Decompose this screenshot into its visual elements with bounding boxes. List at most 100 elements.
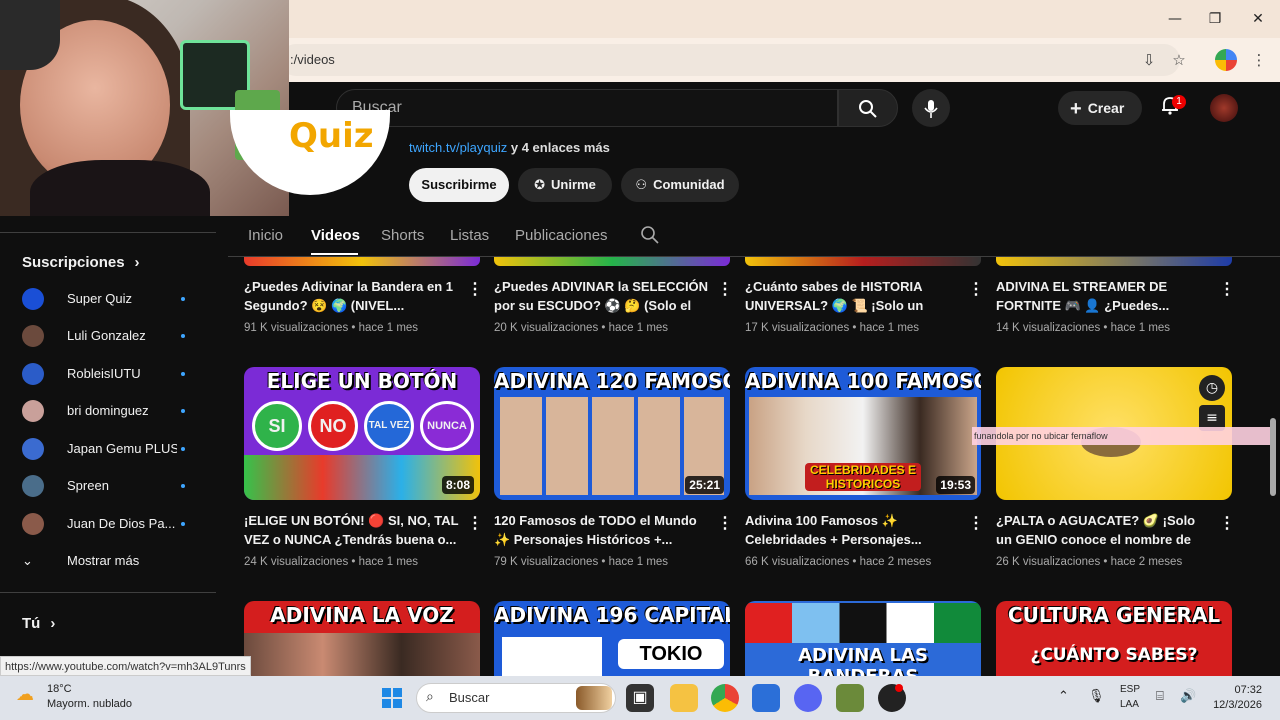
channel-search-icon[interactable] <box>640 225 660 250</box>
video-title[interactable]: ¿Puedes ADIVINAR la SELECCIÓN por su ESC… <box>494 277 709 315</box>
input-layout[interactable]: LAA <box>1120 699 1139 710</box>
more-links-text[interactable]: y 4 enlaces más <box>507 140 610 155</box>
video-thumbnail[interactable]: ADIVINA LAS BANDERAS <box>745 601 981 676</box>
sidebar-item-luli-gonzalez[interactable]: Luli Gonzalez <box>22 318 212 354</box>
voice-search-button[interactable] <box>912 89 950 127</box>
sidebar-divider <box>0 592 216 593</box>
video-duration: 25:21 <box>685 476 724 494</box>
close-button[interactable]: ✕ <box>1243 8 1273 30</box>
video-thumbnail[interactable]: ADIVINA LA VOZ <box>244 601 480 676</box>
chrome-icon[interactable] <box>711 684 739 712</box>
maximize-button[interactable]: ❐ <box>1200 8 1230 30</box>
user-avatar[interactable] <box>1210 94 1238 122</box>
sidebar-item-super-quiz[interactable]: Super Quiz <box>22 281 212 317</box>
thumbnail-text: ADIVINA 100 FAMOSOS <box>745 369 981 393</box>
video-title[interactable]: ¿Puedes Adivinar la Bandera en 1 Segundo… <box>244 277 459 315</box>
more-options-icon[interactable]: ⋮ <box>717 513 733 533</box>
profile-avatar-icon[interactable] <box>1215 49 1237 71</box>
video-thumbnail[interactable]: ADIVINA 196 CAPITALES TOKIO <box>494 601 730 676</box>
sidebar-item-label: bri dominguez <box>67 403 149 418</box>
microphone-icon[interactable]: 🎙 <box>1088 689 1105 704</box>
taskbar-search-label: Buscar <box>449 690 490 705</box>
weather-description[interactable]: Mayorm. nublado <box>47 698 132 710</box>
network-icon[interactable]: ⌸ <box>1156 689 1164 704</box>
input-language[interactable]: ESP <box>1120 684 1140 695</box>
sidebar-item-japan-gemu-plus[interactable]: Japan Gemu PLUS <box>22 431 212 467</box>
tray-overflow-icon[interactable]: ⌃ <box>1058 689 1069 704</box>
search-button[interactable] <box>838 89 898 127</box>
video-thumbnail[interactable]: CULTURA GENERAL ¿CUÁNTO SABES? <box>996 601 1232 676</box>
more-options-icon[interactable]: ⋮ <box>968 279 984 299</box>
create-button[interactable]: + Crear <box>1058 91 1142 125</box>
video-title[interactable]: 120 Famosos de TODO el Mundo ✨ Personaje… <box>494 511 709 549</box>
webcam-headset <box>0 0 60 70</box>
video-meta: 14 K visualizaciones • hace 1 mes <box>996 322 1171 334</box>
search-input[interactable] <box>336 89 838 127</box>
subscribe-button[interactable]: Suscribirme <box>409 168 509 202</box>
video-meta: 24 K visualizaciones • hace 1 mes <box>244 556 419 568</box>
video-thumbnail[interactable]: ADIVINA 100 FAMOSOS CELEBRIDADES E HISTO… <box>745 367 981 500</box>
video-title[interactable]: ADIVINA EL STREAMER DE FORTNITE 🎮 👤 ¿Pue… <box>996 277 1211 315</box>
channel-avatar <box>22 325 44 347</box>
clock-date[interactable]: 12/3/2026 <box>1208 699 1262 711</box>
video-title[interactable]: ¡ELIGE UN BOTÓN! 🔴 SI, NO, TAL VEZ o NUN… <box>244 511 459 549</box>
video-duration: 8:08 <box>441 476 474 494</box>
clock-time[interactable]: 07:32 <box>1222 684 1262 696</box>
community-button[interactable]: ⚇ Comunidad <box>621 168 739 202</box>
join-button[interactable]: ✪ Unirme <box>518 168 612 202</box>
channel-logo-text: Quiz <box>289 116 374 156</box>
video-thumbnail-partial[interactable] <box>494 257 730 266</box>
subscriptions-header[interactable]: Suscripciones › <box>22 254 140 271</box>
channel-link[interactable]: twitch.tv/playquiz <box>409 140 507 155</box>
tab-inicio[interactable]: Inicio <box>248 227 283 244</box>
sidebar-item-robleisiutu[interactable]: RobleisIUTU <box>22 356 212 392</box>
you-section-header[interactable]: Tú › <box>22 615 55 632</box>
sidebar-item-bri-dominguez[interactable]: bri dominguez <box>22 393 212 429</box>
video-title[interactable]: ¿Cuánto sabes de HISTORIA UNIVERSAL? 🌍 📜… <box>745 277 960 315</box>
browser-menu-icon[interactable]: ⋮ <box>1248 49 1270 71</box>
video-thumbnail-partial[interactable] <box>244 257 480 266</box>
store-icon[interactable] <box>752 684 780 712</box>
channel-avatar <box>22 288 44 310</box>
tab-shorts[interactable]: Shorts <box>381 227 424 244</box>
tab-videos[interactable]: Videos <box>311 227 360 244</box>
more-options-icon[interactable]: ⋮ <box>717 279 733 299</box>
video-title[interactable]: ¿PALTA o AGUACATE? 🥑 ¡Solo un GENIO cono… <box>996 511 1211 549</box>
discord-icon[interactable] <box>794 684 822 712</box>
url-field[interactable] <box>280 44 1180 76</box>
windows-start-icon[interactable] <box>378 684 406 712</box>
more-options-icon[interactable]: ⋮ <box>467 513 483 533</box>
more-options-icon[interactable]: ⋮ <box>1219 279 1235 299</box>
video-thumbnail-partial[interactable] <box>745 257 981 266</box>
minimize-button[interactable]: — <box>1160 8 1190 30</box>
video-meta: 66 K visualizaciones • hace 2 meses <box>745 556 932 568</box>
recording-indicator <box>895 684 903 692</box>
bookmark-star-icon[interactable]: ☆ <box>1168 49 1190 71</box>
volume-icon[interactable]: 🔊 <box>1180 689 1196 704</box>
tab-listas[interactable]: Listas <box>450 227 489 244</box>
video-meta: 17 K visualizaciones • hace 1 mes <box>745 322 920 334</box>
korea-flag-graphic <box>502 637 602 676</box>
video-title[interactable]: Adivina 100 Famosos ✨ Celebridades + Per… <box>745 511 960 549</box>
video-thumbnail-partial[interactable] <box>996 257 1232 266</box>
new-content-dot <box>181 522 185 526</box>
more-options-icon[interactable]: ⋮ <box>1219 513 1235 533</box>
install-app-icon[interactable]: ⇩ <box>1138 49 1160 71</box>
task-view-icon[interactable]: ▣ <box>626 684 654 712</box>
show-more-button[interactable]: ⌄ Mostrar más <box>22 553 139 569</box>
link-preview-status: https://www.youtube.com/watch?v=mh3AL9Tu… <box>0 656 251 676</box>
weather-temperature[interactable]: 18°C <box>47 683 72 695</box>
more-options-icon[interactable]: ⋮ <box>467 279 483 299</box>
tab-publicaciones[interactable]: Publicaciones <box>515 227 608 244</box>
video-meta: 20 K visualizaciones • hace 1 mes <box>494 322 669 334</box>
video-thumbnail[interactable]: ELIGE UN BOTÓN SI NO TAL VEZ NUNCA 8:08 <box>244 367 480 500</box>
sidebar-item-spreen[interactable]: Spreen <box>22 468 212 504</box>
file-explorer-icon[interactable] <box>670 684 698 712</box>
scrollbar-thumb[interactable] <box>1270 418 1276 496</box>
video-thumbnail[interactable]: ADIVINA 120 FAMOSOS 25:21 <box>494 367 730 500</box>
sidebar-item-juan-de-dios[interactable]: Juan De Dios Pa... <box>22 506 212 542</box>
more-options-icon[interactable]: ⋮ <box>968 513 984 533</box>
watch-later-icon[interactable]: ◷ <box>1199 375 1225 401</box>
weather-icon[interactable]: ☁ <box>16 684 42 706</box>
minecraft-icon[interactable] <box>836 684 864 712</box>
